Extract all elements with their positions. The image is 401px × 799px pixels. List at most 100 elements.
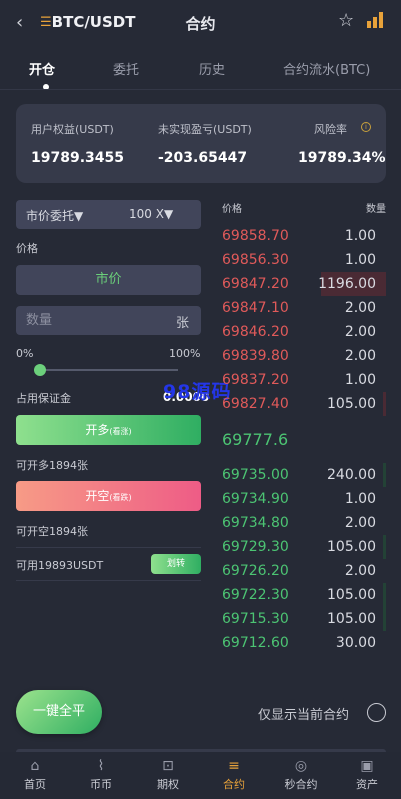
bid-quantity: 240.00 xyxy=(327,467,376,483)
nav-seconds-contract[interactable]: ◎ 秒合约 xyxy=(271,752,331,799)
ask-quantity: 2.00 xyxy=(344,324,376,340)
bid-row[interactable]: 69712.60 30.00 xyxy=(216,631,386,655)
only-current-radio[interactable] xyxy=(367,703,386,722)
ask-quantity: 2.00 xyxy=(344,300,376,316)
ask-row[interactable]: 69858.70 1.00 xyxy=(216,224,386,248)
nav-options[interactable]: ⊡ 期权 xyxy=(138,752,198,799)
nav-contract-label: 合约 xyxy=(223,778,245,791)
top-bar: ‹ ☰ BTC/USDT 合约 ☆ xyxy=(0,0,401,46)
last-price: 69777.6 xyxy=(222,430,289,449)
depth-bar xyxy=(383,535,386,559)
bid-price: 69712.60 xyxy=(222,635,289,651)
tab-contract-flow[interactable]: 合约流水(BTC) xyxy=(283,59,370,78)
star-icon[interactable]: ☆ xyxy=(338,10,354,31)
bid-row[interactable]: 69715.30 105.00 xyxy=(216,607,386,631)
slider-max-label: 100% xyxy=(169,347,201,360)
market-price-field[interactable]: 市价 xyxy=(16,265,201,295)
ask-price: 69847.20 xyxy=(222,276,289,292)
account-summary-card: 用户权益(USDT) 19789.3455 未实现盈亏(USDT) -203.6… xyxy=(16,104,386,183)
unrealized-pnl-value: -203.65447 xyxy=(158,150,248,166)
ask-price: 69856.30 xyxy=(222,252,289,268)
transfer-button[interactable]: 划转 xyxy=(151,554,201,574)
tab-bar: 开仓 委托 历史 合约流水(BTC) xyxy=(0,54,401,90)
risk-rate-label: 风险率 xyxy=(314,123,347,136)
price-label: 价格 xyxy=(16,242,38,255)
open-short-button[interactable]: 开空(看跌) xyxy=(16,481,201,511)
slider-handle[interactable] xyxy=(34,364,46,376)
depth-bar xyxy=(383,392,386,416)
wallet-icon: ▣ xyxy=(360,758,374,774)
ask-quantity: 1.00 xyxy=(344,228,376,244)
risk-rate-value: 19789.34% xyxy=(298,150,386,166)
bid-quantity: 105.00 xyxy=(327,587,376,603)
short-available: 可开空1894张 xyxy=(16,525,88,538)
ask-row[interactable]: 69847.20 1196.00 xyxy=(216,272,386,296)
depth-bar xyxy=(383,583,386,607)
nav-spot-label: 币币 xyxy=(90,778,112,791)
bid-price: 69734.80 xyxy=(222,515,289,531)
bid-row[interactable]: 69729.30 105.00 xyxy=(216,535,386,559)
ask-quantity: 105.00 xyxy=(327,396,376,412)
nav-spot[interactable]: ⌇ 币币 xyxy=(71,752,131,799)
bid-row[interactable]: 69734.90 1.00 xyxy=(216,487,386,511)
contract-icon: ≡ xyxy=(228,758,240,774)
equity-label: 用户权益(USDT) xyxy=(31,123,114,136)
depth-bar xyxy=(383,607,386,631)
ask-quantity: 1196.00 xyxy=(318,276,376,292)
bid-row[interactable]: 69726.20 2.00 xyxy=(216,559,386,583)
ask-row[interactable]: 69846.20 2.00 xyxy=(216,320,386,344)
quantity-field[interactable]: 张 xyxy=(16,306,201,335)
chart-line-icon: ⌇ xyxy=(97,758,105,774)
ask-row[interactable]: 69839.80 2.00 xyxy=(216,344,386,368)
ask-row[interactable]: 69856.30 1.00 xyxy=(216,248,386,272)
bar-chart-icon[interactable] xyxy=(367,10,385,28)
quantity-input[interactable] xyxy=(16,306,166,335)
nav-home[interactable]: ⌂ 首页 xyxy=(5,752,65,799)
bid-price: 69722.30 xyxy=(222,587,289,603)
bid-quantity: 105.00 xyxy=(327,611,376,627)
margin-label: 占用保证金 xyxy=(16,392,71,405)
nav-options-label: 期权 xyxy=(157,778,179,791)
quantity-slider[interactable] xyxy=(40,369,178,371)
tab-open[interactable]: 开仓 xyxy=(29,59,55,78)
ask-price: 69827.40 xyxy=(222,396,289,412)
gift-icon: ⊡ xyxy=(162,758,174,774)
bid-price: 69735.00 xyxy=(222,467,289,483)
tab-history[interactable]: 历史 xyxy=(199,59,225,78)
ask-price: 69847.10 xyxy=(222,300,289,316)
ask-row[interactable]: 69837.20 1.00 xyxy=(216,368,386,392)
order-type-value: 市价委托▼ xyxy=(26,209,84,223)
ask-row[interactable]: 69827.40 105.00 xyxy=(216,392,386,416)
order-type-select[interactable]: 市价委托▼ 100 X▼ xyxy=(16,200,201,229)
bid-price: 69734.90 xyxy=(222,491,289,507)
open-short-tag: (看跌) xyxy=(109,493,132,502)
divider xyxy=(0,89,401,90)
ask-price: 69858.70 xyxy=(222,228,289,244)
ask-quantity: 1.00 xyxy=(344,252,376,268)
nav-assets[interactable]: ▣ 资产 xyxy=(337,752,397,799)
info-icon[interactable]: i xyxy=(361,122,371,132)
divider xyxy=(16,580,201,581)
bid-price: 69715.30 xyxy=(222,611,289,627)
tab-orders[interactable]: 委托 xyxy=(113,59,139,78)
bid-row[interactable]: 69722.30 105.00 xyxy=(216,583,386,607)
leverage-select[interactable]: 100 X▼ xyxy=(129,207,173,221)
ask-price: 69837.20 xyxy=(222,372,289,388)
open-long-button[interactable]: 开多(看涨) xyxy=(16,415,201,445)
unrealized-pnl-label: 未实现盈亏(USDT) xyxy=(158,123,252,136)
bid-quantity: 1.00 xyxy=(344,491,376,507)
nav-contract[interactable]: ≡ 合约 xyxy=(204,752,264,799)
bid-row[interactable]: 69735.00 240.00 xyxy=(216,463,386,487)
nav-assets-label: 资产 xyxy=(356,778,378,791)
slider-min-label: 0% xyxy=(16,347,34,360)
only-current-label: 仅显示当前合约 xyxy=(258,708,350,723)
close-all-button[interactable]: 一键全平 xyxy=(16,690,102,734)
bid-quantity: 105.00 xyxy=(327,539,376,555)
equity-value: 19789.3455 xyxy=(31,150,124,166)
bid-row[interactable]: 69734.80 2.00 xyxy=(216,511,386,535)
bid-quantity: 30.00 xyxy=(335,635,376,651)
target-icon: ◎ xyxy=(294,758,308,774)
ask-row[interactable]: 69847.10 2.00 xyxy=(216,296,386,320)
open-long-label: 开多 xyxy=(85,423,110,437)
orderbook-price-header: 价格 xyxy=(222,204,242,215)
